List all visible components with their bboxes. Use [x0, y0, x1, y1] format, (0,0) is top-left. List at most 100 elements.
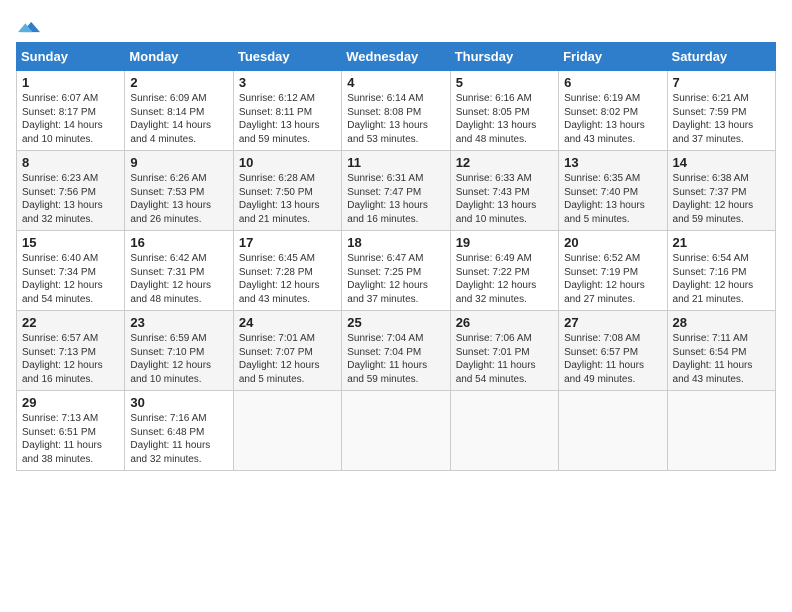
calendar-cell: 15 Sunrise: 6:40 AM Sunset: 7:34 PM Dayl…	[17, 231, 125, 311]
day-info: Sunrise: 6:57 AM Sunset: 7:13 PM Dayligh…	[22, 332, 119, 386]
calendar-cell: 2 Sunrise: 6:09 AM Sunset: 8:14 PM Dayli…	[125, 71, 233, 151]
day-number: 27	[564, 315, 661, 330]
day-number: 23	[130, 315, 227, 330]
calendar-cell: 13 Sunrise: 6:35 AM Sunset: 7:40 PM Dayl…	[559, 151, 667, 231]
page-header	[16, 16, 776, 32]
calendar-cell: 25 Sunrise: 7:04 AM Sunset: 7:04 PM Dayl…	[342, 311, 450, 391]
day-number: 25	[347, 315, 444, 330]
col-header-monday: Monday	[125, 43, 233, 71]
calendar-cell: 26 Sunrise: 7:06 AM Sunset: 7:01 PM Dayl…	[450, 311, 558, 391]
day-info: Sunrise: 6:33 AM Sunset: 7:43 PM Dayligh…	[456, 172, 553, 226]
day-info: Sunrise: 6:52 AM Sunset: 7:19 PM Dayligh…	[564, 252, 661, 306]
day-number: 14	[673, 155, 770, 170]
day-number: 9	[130, 155, 227, 170]
day-info: Sunrise: 6:42 AM Sunset: 7:31 PM Dayligh…	[130, 252, 227, 306]
calendar-cell: 1 Sunrise: 6:07 AM Sunset: 8:17 PM Dayli…	[17, 71, 125, 151]
calendar-cell: 20 Sunrise: 6:52 AM Sunset: 7:19 PM Dayl…	[559, 231, 667, 311]
day-number: 30	[130, 395, 227, 410]
day-number: 18	[347, 235, 444, 250]
day-info: Sunrise: 6:26 AM Sunset: 7:53 PM Dayligh…	[130, 172, 227, 226]
day-info: Sunrise: 6:07 AM Sunset: 8:17 PM Dayligh…	[22, 92, 119, 146]
day-info: Sunrise: 6:45 AM Sunset: 7:28 PM Dayligh…	[239, 252, 336, 306]
logo-icon	[18, 16, 40, 38]
calendar-cell: 4 Sunrise: 6:14 AM Sunset: 8:08 PM Dayli…	[342, 71, 450, 151]
day-number: 5	[456, 75, 553, 90]
week-row: 29 Sunrise: 7:13 AM Sunset: 6:51 PM Dayl…	[17, 391, 776, 471]
day-info: Sunrise: 7:13 AM Sunset: 6:51 PM Dayligh…	[22, 412, 119, 466]
day-number: 29	[22, 395, 119, 410]
calendar-cell: 10 Sunrise: 6:28 AM Sunset: 7:50 PM Dayl…	[233, 151, 341, 231]
calendar-cell: 5 Sunrise: 6:16 AM Sunset: 8:05 PM Dayli…	[450, 71, 558, 151]
week-row: 1 Sunrise: 6:07 AM Sunset: 8:17 PM Dayli…	[17, 71, 776, 151]
day-info: Sunrise: 6:31 AM Sunset: 7:47 PM Dayligh…	[347, 172, 444, 226]
day-number: 21	[673, 235, 770, 250]
week-row: 22 Sunrise: 6:57 AM Sunset: 7:13 PM Dayl…	[17, 311, 776, 391]
calendar-table: SundayMondayTuesdayWednesdayThursdayFrid…	[16, 42, 776, 471]
calendar-cell: 23 Sunrise: 6:59 AM Sunset: 7:10 PM Dayl…	[125, 311, 233, 391]
col-header-saturday: Saturday	[667, 43, 775, 71]
day-info: Sunrise: 7:01 AM Sunset: 7:07 PM Dayligh…	[239, 332, 336, 386]
calendar-cell	[559, 391, 667, 471]
day-number: 12	[456, 155, 553, 170]
col-header-wednesday: Wednesday	[342, 43, 450, 71]
day-number: 26	[456, 315, 553, 330]
calendar-cell: 8 Sunrise: 6:23 AM Sunset: 7:56 PM Dayli…	[17, 151, 125, 231]
day-number: 24	[239, 315, 336, 330]
day-number: 28	[673, 315, 770, 330]
day-info: Sunrise: 7:08 AM Sunset: 6:57 PM Dayligh…	[564, 332, 661, 386]
calendar-cell	[667, 391, 775, 471]
calendar-cell	[450, 391, 558, 471]
col-header-sunday: Sunday	[17, 43, 125, 71]
day-info: Sunrise: 6:28 AM Sunset: 7:50 PM Dayligh…	[239, 172, 336, 226]
day-number: 22	[22, 315, 119, 330]
header-row: SundayMondayTuesdayWednesdayThursdayFrid…	[17, 43, 776, 71]
day-number: 1	[22, 75, 119, 90]
calendar-cell	[233, 391, 341, 471]
day-info: Sunrise: 6:49 AM Sunset: 7:22 PM Dayligh…	[456, 252, 553, 306]
day-info: Sunrise: 6:09 AM Sunset: 8:14 PM Dayligh…	[130, 92, 227, 146]
day-info: Sunrise: 6:40 AM Sunset: 7:34 PM Dayligh…	[22, 252, 119, 306]
day-number: 3	[239, 75, 336, 90]
calendar-cell: 3 Sunrise: 6:12 AM Sunset: 8:11 PM Dayli…	[233, 71, 341, 151]
day-info: Sunrise: 6:54 AM Sunset: 7:16 PM Dayligh…	[673, 252, 770, 306]
calendar-cell	[342, 391, 450, 471]
calendar-cell: 12 Sunrise: 6:33 AM Sunset: 7:43 PM Dayl…	[450, 151, 558, 231]
day-info: Sunrise: 7:04 AM Sunset: 7:04 PM Dayligh…	[347, 332, 444, 386]
day-info: Sunrise: 6:12 AM Sunset: 8:11 PM Dayligh…	[239, 92, 336, 146]
day-number: 6	[564, 75, 661, 90]
day-info: Sunrise: 7:06 AM Sunset: 7:01 PM Dayligh…	[456, 332, 553, 386]
week-row: 8 Sunrise: 6:23 AM Sunset: 7:56 PM Dayli…	[17, 151, 776, 231]
calendar-cell: 27 Sunrise: 7:08 AM Sunset: 6:57 PM Dayl…	[559, 311, 667, 391]
calendar-cell: 19 Sunrise: 6:49 AM Sunset: 7:22 PM Dayl…	[450, 231, 558, 311]
day-number: 16	[130, 235, 227, 250]
day-number: 17	[239, 235, 336, 250]
day-number: 10	[239, 155, 336, 170]
day-info: Sunrise: 6:14 AM Sunset: 8:08 PM Dayligh…	[347, 92, 444, 146]
day-info: Sunrise: 6:38 AM Sunset: 7:37 PM Dayligh…	[673, 172, 770, 226]
day-number: 20	[564, 235, 661, 250]
day-info: Sunrise: 6:35 AM Sunset: 7:40 PM Dayligh…	[564, 172, 661, 226]
day-number: 11	[347, 155, 444, 170]
day-number: 8	[22, 155, 119, 170]
calendar-cell: 6 Sunrise: 6:19 AM Sunset: 8:02 PM Dayli…	[559, 71, 667, 151]
col-header-thursday: Thursday	[450, 43, 558, 71]
calendar-cell: 18 Sunrise: 6:47 AM Sunset: 7:25 PM Dayl…	[342, 231, 450, 311]
calendar-cell: 28 Sunrise: 7:11 AM Sunset: 6:54 PM Dayl…	[667, 311, 775, 391]
calendar-cell: 7 Sunrise: 6:21 AM Sunset: 7:59 PM Dayli…	[667, 71, 775, 151]
logo	[16, 16, 40, 32]
calendar-cell: 14 Sunrise: 6:38 AM Sunset: 7:37 PM Dayl…	[667, 151, 775, 231]
day-number: 4	[347, 75, 444, 90]
calendar-cell: 22 Sunrise: 6:57 AM Sunset: 7:13 PM Dayl…	[17, 311, 125, 391]
day-number: 15	[22, 235, 119, 250]
day-info: Sunrise: 6:23 AM Sunset: 7:56 PM Dayligh…	[22, 172, 119, 226]
col-header-tuesday: Tuesday	[233, 43, 341, 71]
week-row: 15 Sunrise: 6:40 AM Sunset: 7:34 PM Dayl…	[17, 231, 776, 311]
col-header-friday: Friday	[559, 43, 667, 71]
calendar-cell: 21 Sunrise: 6:54 AM Sunset: 7:16 PM Dayl…	[667, 231, 775, 311]
day-info: Sunrise: 6:47 AM Sunset: 7:25 PM Dayligh…	[347, 252, 444, 306]
day-info: Sunrise: 6:19 AM Sunset: 8:02 PM Dayligh…	[564, 92, 661, 146]
calendar-cell: 16 Sunrise: 6:42 AM Sunset: 7:31 PM Dayl…	[125, 231, 233, 311]
calendar-cell: 11 Sunrise: 6:31 AM Sunset: 7:47 PM Dayl…	[342, 151, 450, 231]
calendar-cell: 17 Sunrise: 6:45 AM Sunset: 7:28 PM Dayl…	[233, 231, 341, 311]
calendar-cell: 24 Sunrise: 7:01 AM Sunset: 7:07 PM Dayl…	[233, 311, 341, 391]
